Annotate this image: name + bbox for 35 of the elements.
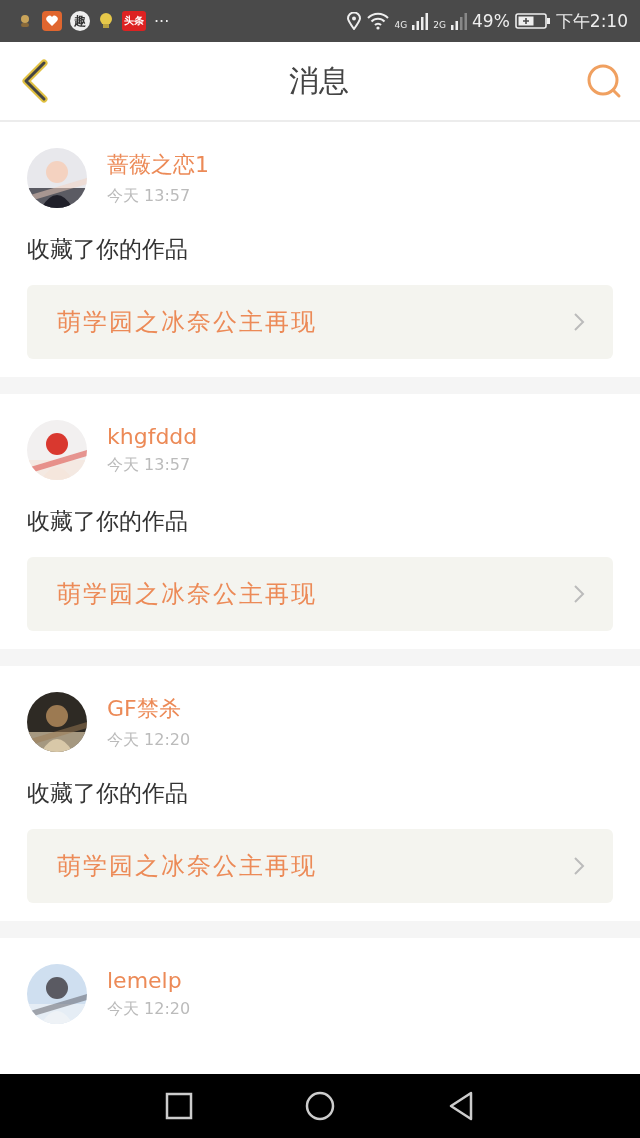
page-title: 消息: [289, 61, 349, 100]
signal-icon: [451, 12, 467, 30]
message-time: 今天 13:57: [107, 455, 192, 476]
heart-app-icon: [42, 11, 62, 31]
more-notifications: ···: [154, 11, 170, 31]
chevron-right-icon: [573, 856, 585, 876]
user-name[interactable]: GF禁杀: [107, 693, 191, 724]
recent-apps-icon[interactable]: [165, 1092, 193, 1120]
battery-icon: [514, 12, 551, 30]
back-icon[interactable]: [447, 1091, 475, 1121]
message-time: 今天 13:57: [107, 185, 192, 207]
message-time: 今天 12:20: [107, 999, 191, 1020]
work-link[interactable]: 萌学园之冰奈公主再现: [27, 557, 613, 631]
work-link[interactable]: 萌学园之冰奈公主再现: [27, 829, 613, 903]
app-icon: 趣: [70, 11, 90, 31]
chevron-right-icon: [573, 312, 585, 332]
message-text: 收藏了你的作品: [27, 235, 189, 264]
app-icon: 头条: [122, 11, 146, 31]
message-text: 收藏了你的作品: [27, 507, 189, 536]
signal-icon: [412, 12, 429, 30]
message-text: 收藏了你的作品: [27, 779, 189, 808]
user-name[interactable]: khgfddd: [107, 424, 198, 449]
user-name[interactable]: lemelp: [107, 968, 191, 993]
message-time: 今天 12:20: [107, 729, 191, 751]
user-name[interactable]: 蔷薇之恋1: [107, 149, 209, 180]
location-icon: [346, 12, 361, 30]
work-link[interactable]: 萌学园之冰奈公主再现: [27, 285, 613, 359]
network-type: 2G: [433, 19, 446, 30]
battery-percent: 49%: [472, 11, 510, 31]
clock: 下午2:10: [555, 9, 628, 33]
chevron-right-icon: [573, 584, 585, 604]
bulb-icon: [98, 12, 114, 30]
wifi-icon: [365, 12, 390, 30]
network-type: 4G: [394, 19, 408, 30]
home-icon[interactable]: [305, 1091, 335, 1121]
